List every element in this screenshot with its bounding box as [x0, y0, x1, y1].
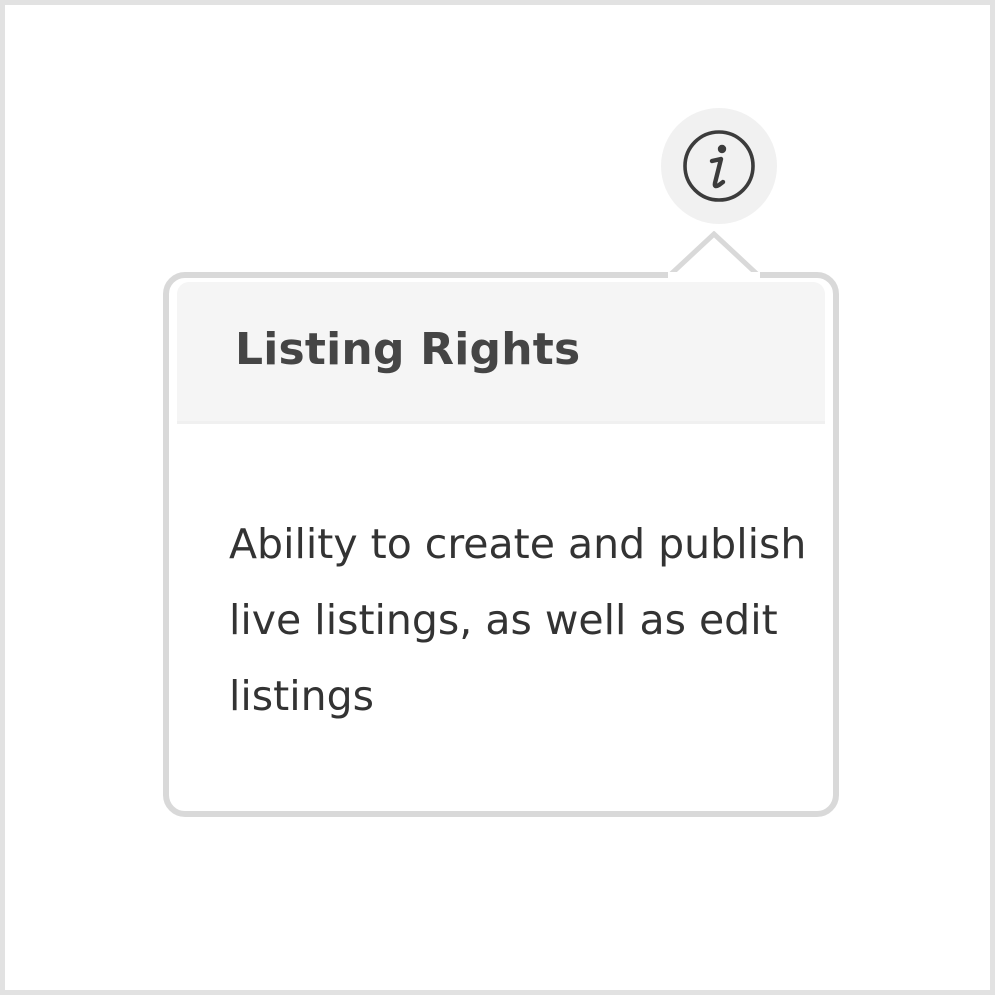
- popover-header: Listing Rights: [177, 282, 825, 424]
- info-icon: [683, 130, 755, 202]
- popover-body: Ability to create and publish live listi…: [229, 520, 807, 720]
- info-button[interactable]: [661, 108, 777, 224]
- screenshot-frame: Listing Rights Ability to create and pub…: [0, 0, 995, 995]
- tooltip-popover: Listing Rights Ability to create and pub…: [163, 272, 839, 817]
- popover-title: Listing Rights: [235, 324, 581, 375]
- popover-arrow: [668, 231, 760, 279]
